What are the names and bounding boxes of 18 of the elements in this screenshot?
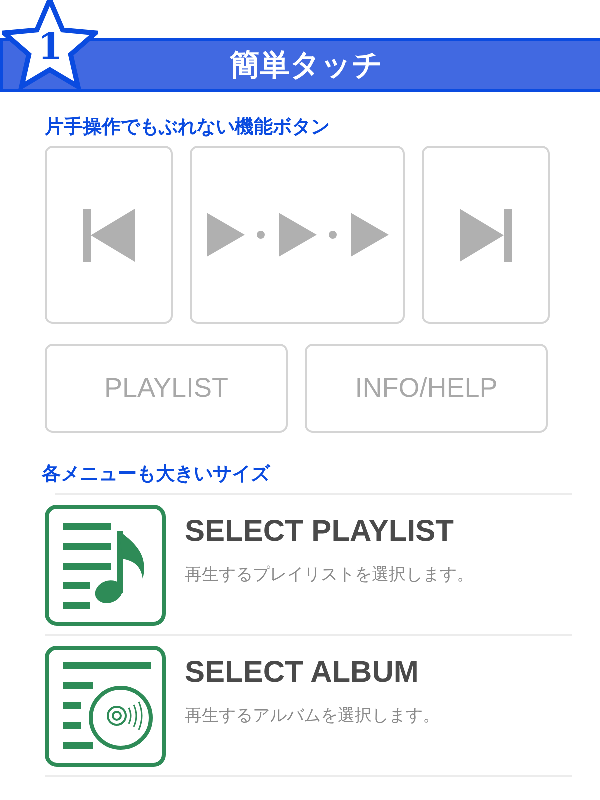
menu-item[interactable]: SELECT PLAYLIST 再生するプレイリストを選択します。 [45,495,572,636]
badge-number: 1 [38,26,64,68]
triple-play-icon [206,213,388,257]
skip-forward-icon [460,208,512,262]
section-heading: 各メニューも大きいサイズ [42,462,272,487]
menu-item-title: SELECT ALBUM [185,656,420,690]
disc-list-icon [45,646,166,767]
menu-item-title: SELECT PLAYLIST [185,515,455,549]
skip-back-icon [83,208,135,262]
play-button[interactable] [190,146,405,324]
menu-item-description: 再生するプレイリストを選択します。 [185,564,474,586]
menu-item-description: 再生するアルバムを選択します。 [185,705,440,727]
menu-item[interactable]: SELECT ALBUM 再生するアルバムを選択します。 [45,636,572,777]
banner-title: 簡単タッチ [230,46,383,84]
music-list-icon [45,505,166,626]
next-button[interactable] [422,146,550,324]
section-heading: 片手操作でもぶれない機能ボタン [45,115,331,140]
previous-button[interactable] [45,146,173,324]
